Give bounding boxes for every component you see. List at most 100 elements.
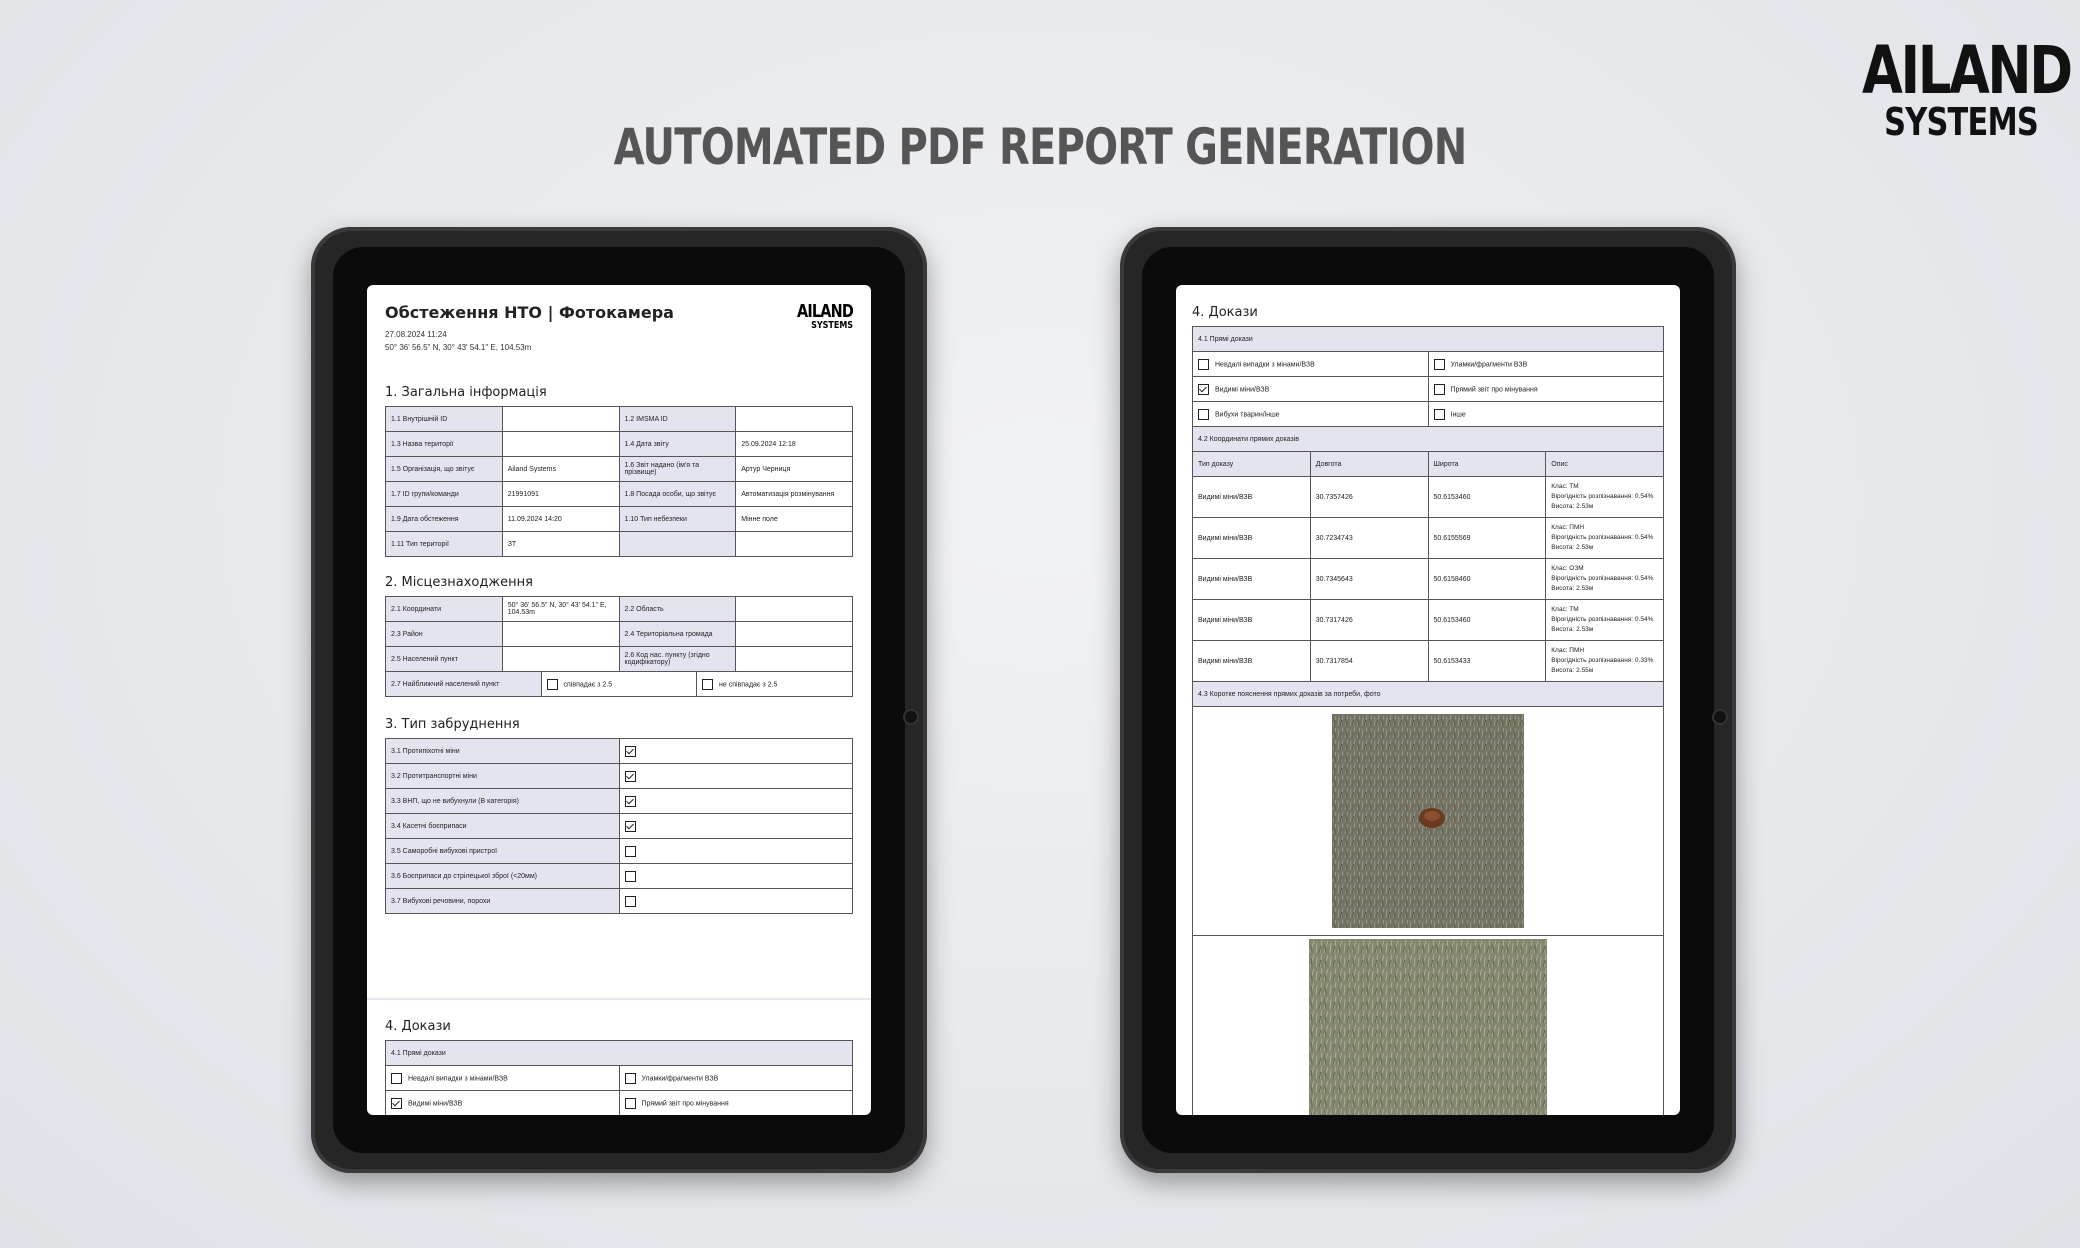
checkbox-cell[interactable] — [618, 788, 853, 814]
section-title-3: 3. Тип забруднення — [385, 717, 520, 732]
camera-dot — [903, 709, 919, 725]
contamination-table: 3.1 Протипіхотні міни 3.2 Протитранспортн… — [385, 738, 853, 914]
checkbox-icon[interactable] — [624, 1072, 636, 1084]
cell-label: 3.2 Протитранспортні міни — [385, 763, 620, 789]
checkbox-cell[interactable]: Уламки/фрагменти ВЗВ — [618, 1065, 853, 1091]
checkbox-label: Видимі міни/ВЗВ — [1215, 385, 1270, 393]
table-row: 1.9 Дата обстеження 11.09.2024 14:20 1.10 … — [385, 506, 853, 532]
table-row: 3.4 Касетні боєприпаси — [385, 813, 853, 839]
checkbox-icon[interactable] — [624, 870, 636, 882]
checkbox-icon[interactable] — [624, 1097, 636, 1109]
location-table: 2.1 Координати 50° 36' 56.5" N, 30° 43' 5… — [385, 596, 853, 672]
cell-value — [501, 406, 620, 432]
table-row: 1.11 Тип території ЗТ — [385, 531, 853, 557]
description-line: Вірогідність розпізнавання: 0.54% — [1551, 616, 1654, 623]
checkbox-cell[interactable] — [618, 738, 853, 764]
checkbox-cell[interactable]: Видимі міни/ВЗВ — [1192, 376, 1429, 402]
checkbox-label: Невдалі випадки з мінами/ВЗВ — [1215, 360, 1315, 368]
cell-label: 3.6 Боєприпаси до стрілецької зброї (<20… — [385, 863, 620, 889]
option-nomatch[interactable]: не співпадає з 2.5 — [696, 671, 853, 697]
table-row: 1.3 Назва території 1.4 Дата звіту 25.09.2… — [385, 431, 853, 457]
longitude: 30.7345643 — [1309, 558, 1429, 600]
checkbox-icon[interactable] — [1433, 358, 1445, 370]
checkbox-icon[interactable] — [546, 678, 558, 690]
cell-label: 1.1 Внутрішній ID — [385, 406, 503, 432]
checkbox-checked-icon[interactable] — [391, 1097, 402, 1109]
cell-label: 1.10 Тип небезпеки — [618, 506, 737, 532]
report-coords: 50° 36' 56.5" N, 30° 43' 54.1" E, 104.53… — [385, 343, 532, 352]
table-row: 1.5 Організація, що звітує Ailand Systems… — [385, 456, 853, 482]
checkbox-icon[interactable] — [624, 845, 636, 857]
cell-label: 2.6 Код нас. пункту (згідно кодифікатору… — [618, 646, 737, 672]
longitude: 30.7234743 — [1309, 517, 1429, 559]
cell-label: 3.7 Вибухові речовини, порохи — [385, 888, 620, 914]
description-line: Висота: 2.55м — [1551, 667, 1594, 674]
longitude: 30.7357426 — [1309, 476, 1429, 518]
section-title-2: 2. Місцезнаходження — [385, 575, 533, 590]
checkbox-icon[interactable] — [1198, 408, 1209, 420]
checkbox-cell[interactable]: Уламки/фрагменти ВЗВ — [1427, 351, 1664, 377]
evidence-type: Видимі міни/ВЗВ — [1192, 558, 1311, 600]
checkbox-cell[interactable]: Інше — [1427, 401, 1664, 427]
table-row: Видимі міни/ВЗВ 30.7357426 50.6153460 Клас:… — [1192, 476, 1664, 518]
checkbox-icon[interactable] — [1433, 408, 1445, 420]
checkbox-cell[interactable]: Невдалі випадки з мінами/ВЗВ — [385, 1065, 620, 1091]
field-photo-2[interactable] — [1309, 939, 1547, 1115]
checkbox-icon[interactable] — [702, 678, 713, 690]
cell-label: 1.11 Тип території — [385, 531, 503, 557]
checkbox-icon[interactable] — [391, 1072, 402, 1084]
cell-label: 3.3 ВНП, що не вибухнули (В категорія) — [385, 788, 620, 814]
checkbox-checked-icon[interactable] — [624, 795, 636, 807]
checkbox-cell[interactable] — [618, 863, 853, 889]
cell-label: 1.3 Назва території — [385, 431, 503, 457]
evidence-coords-table: 4.2 Координати прямих доказів Тип доказу Д… — [1192, 426, 1664, 682]
table-row: 3.2 Протитранспортні міни — [385, 763, 853, 789]
checkbox-cell[interactable]: Прямий звіт про мінування — [1427, 376, 1664, 402]
table-row: Видимі міни/ВЗВ Прямий звіт про мінування — [1192, 376, 1664, 402]
checkbox-icon[interactable] — [1433, 383, 1445, 395]
field-photo-1[interactable] — [1332, 714, 1524, 928]
checkbox-icon[interactable] — [1198, 358, 1209, 370]
table-row: 2.1 Координати 50° 36' 56.5" N, 30° 43' 5… — [385, 596, 853, 622]
cell-value: 50° 36' 56.5" N, 30° 43' 54.1" E, 104.53… — [501, 596, 620, 622]
option-match[interactable]: співпадає з 2.5 — [540, 671, 697, 697]
table-row: Видимі міни/ВЗВ 30.7234743 50.6155569 Клас:… — [1192, 517, 1664, 559]
description-line: Вірогідність розпізнавання: 0.33% — [1551, 657, 1654, 664]
cell-value: 11.09.2024 14:20 — [501, 506, 620, 532]
table-row: Видимі міни/ВЗВ 30.7317426 50.6153460 Клас:… — [1192, 599, 1664, 641]
cell-value — [735, 596, 853, 622]
checkbox-cell[interactable] — [618, 813, 853, 839]
cell-value — [735, 646, 853, 672]
screen-left[interactable]: Обстеження НТО | Фотокамера 27.08.2024 1… — [367, 285, 871, 1115]
evidence-type: Видимі міни/ВЗВ — [1192, 599, 1311, 641]
tablet-left: Обстеження НТО | Фотокамера 27.08.2024 1… — [311, 227, 927, 1173]
checkbox-cell[interactable] — [618, 763, 853, 789]
checkbox-cell[interactable] — [618, 888, 853, 914]
description-line: Вірогідність розпізнавання: 0.54% — [1551, 534, 1654, 541]
description: Клас: ПМН Вірогідність розпізнавання: 0.3… — [1545, 640, 1664, 682]
cell-value: Ailand Systems — [501, 456, 620, 482]
checkbox-checked-icon[interactable] — [624, 770, 636, 782]
cell-label: 2.3 Район — [385, 621, 503, 647]
cell-label: 3.1 Протипіхотні міни — [385, 738, 620, 764]
checkbox-cell[interactable]: Видимі міни/ВЗВ — [385, 1090, 620, 1115]
section-title-4: 4. Докази — [1192, 305, 1258, 320]
checkbox-cell[interactable]: Прямий звіт про мінування — [618, 1090, 853, 1115]
cell-value: 21991091 — [501, 481, 620, 507]
description-line: Клас: ОЗМ — [1551, 565, 1584, 572]
description-line: Клас: ПМН — [1551, 524, 1585, 531]
cell-value: Мінне поле — [735, 506, 853, 532]
checkbox-checked-icon[interactable] — [624, 745, 636, 757]
direct-evidence-table: 4.1 Прямі докази Невдалі випадки з мінами… — [1192, 326, 1664, 427]
section-title-1: 1. Загальна інформація — [385, 385, 547, 400]
evidence-type: Видимі міни/ВЗВ — [1192, 517, 1311, 559]
checkbox-cell[interactable]: Невдалі випадки з мінами/ВЗВ — [1192, 351, 1429, 377]
checkbox-cell[interactable]: Вибухи тварин/інше — [1192, 401, 1429, 427]
checkbox-icon[interactable] — [624, 895, 636, 907]
checkbox-checked-icon[interactable] — [624, 820, 636, 832]
screen-right[interactable]: 4. Докази 4.1 Прямі докази Невдалі випадк… — [1176, 285, 1680, 1115]
checkbox-checked-icon[interactable] — [1198, 383, 1209, 395]
cell-value — [501, 646, 620, 672]
nearest-settlement-row: 2.7 Найближчий населений пункт співпадає… — [385, 671, 853, 697]
checkbox-cell[interactable] — [618, 838, 853, 864]
